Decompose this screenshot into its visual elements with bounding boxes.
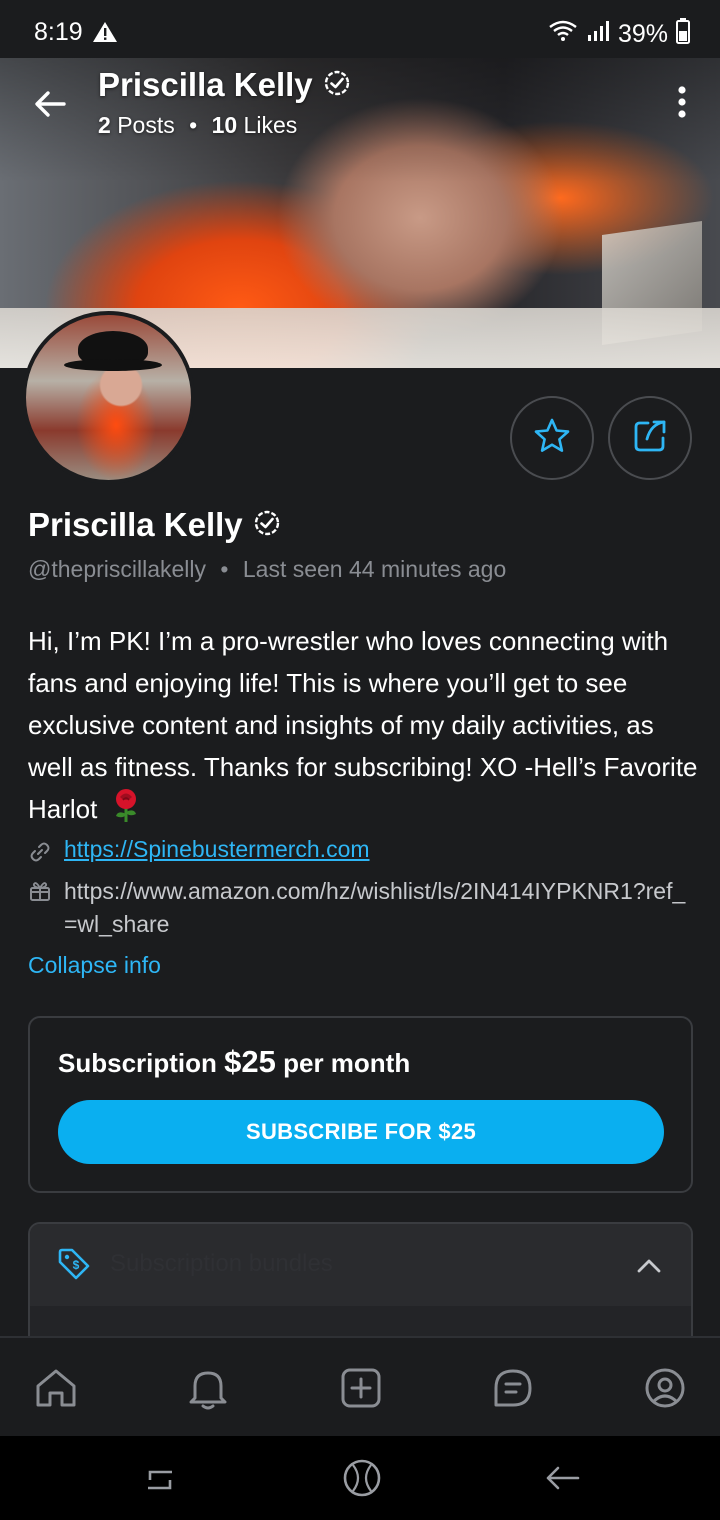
add-post-icon[interactable] <box>333 1360 389 1416</box>
stats-separator: • <box>189 112 198 138</box>
star-icon <box>533 417 571 460</box>
collapse-info-link[interactable]: Collapse info <box>28 952 161 979</box>
verified-icon <box>323 69 351 102</box>
rose-icon <box>111 788 141 836</box>
likes-label: Likes <box>243 112 298 138</box>
signal-icon <box>586 19 610 50</box>
back-arrow-icon[interactable] <box>28 82 72 126</box>
profile-handle: @thepriscillakelly <box>28 556 207 582</box>
last-seen: Last seen 44 minutes ago <box>242 556 507 582</box>
profile-name-row: Priscilla Kelly <box>28 506 281 544</box>
status-time: 8:19 <box>34 18 83 46</box>
bundles-header[interactable]: $ Subscription bundles <box>30 1224 691 1306</box>
subscription-card: Subscription $25 per month SUBSCRIBE FOR… <box>28 1016 693 1193</box>
subscribe-button[interactable]: SUBSCRIBE FOR $25 <box>58 1100 664 1164</box>
status-bar: 8:19 39% <box>0 0 720 58</box>
warning-icon <box>92 20 118 49</box>
header-stats: 2 Posts • 10 Likes <box>98 112 297 139</box>
more-options-icon[interactable] <box>670 84 694 120</box>
chevron-up-icon[interactable] <box>635 1252 663 1285</box>
bottom-navigation <box>0 1336 720 1436</box>
back-nav-icon[interactable] <box>540 1456 584 1500</box>
avatar[interactable] <box>22 311 195 484</box>
svg-text:$: $ <box>73 1258 80 1272</box>
header-title: Priscilla Kelly <box>98 66 351 104</box>
wifi-icon <box>548 19 578 50</box>
posts-count: 2 <box>98 112 111 138</box>
battery-percent: 39% <box>617 20 668 48</box>
profile-icon[interactable] <box>637 1360 693 1416</box>
gift-icon <box>28 879 52 903</box>
profile-bio: Hi, I’m PK! I’m a pro-wrestler who loves… <box>28 620 698 836</box>
subscription-price: $25 <box>224 1044 276 1079</box>
wishlist-link[interactable]: https://www.amazon.com/hz/wishlist/ls/2I… <box>64 875 694 941</box>
bell-icon[interactable] <box>180 1360 236 1416</box>
battery-icon <box>676 18 690 51</box>
price-tag-icon: $ <box>56 1246 92 1287</box>
wishlist-link-row[interactable]: https://www.amazon.com/hz/wishlist/ls/2I… <box>28 875 694 941</box>
website-link-row[interactable]: https://Spinebustermerch.com <box>28 836 370 864</box>
home-button-icon[interactable] <box>340 1456 384 1500</box>
add-to-favorites-button[interactable] <box>510 396 594 480</box>
recent-apps-icon[interactable] <box>138 1456 182 1500</box>
link-icon <box>28 840 52 864</box>
messages-icon[interactable] <box>485 1360 541 1416</box>
system-navigation-bar <box>0 1436 720 1520</box>
subscription-title: Subscription $25 per month <box>58 1044 410 1080</box>
share-icon <box>631 417 669 460</box>
share-button[interactable] <box>608 396 692 480</box>
likes-count: 10 <box>211 112 238 138</box>
subscription-bundles-card[interactable]: $ Subscription bundles <box>28 1222 693 1352</box>
subscription-label: Subscription <box>58 1048 217 1078</box>
home-icon[interactable] <box>28 1360 84 1416</box>
posts-label: Posts <box>117 112 175 138</box>
profile-meta: @thepriscillakelly • Last seen 44 minute… <box>28 556 506 583</box>
verified-icon <box>253 509 281 542</box>
website-link[interactable]: https://Spinebustermerch.com <box>64 836 370 863</box>
subscription-period: per month <box>283 1048 411 1078</box>
bundles-label: Subscription bundles <box>110 1250 333 1277</box>
profile-name: Priscilla Kelly <box>28 506 243 543</box>
meta-separator: • <box>220 556 229 582</box>
header-name: Priscilla Kelly <box>98 66 313 103</box>
status-right: 39% <box>548 18 690 51</box>
